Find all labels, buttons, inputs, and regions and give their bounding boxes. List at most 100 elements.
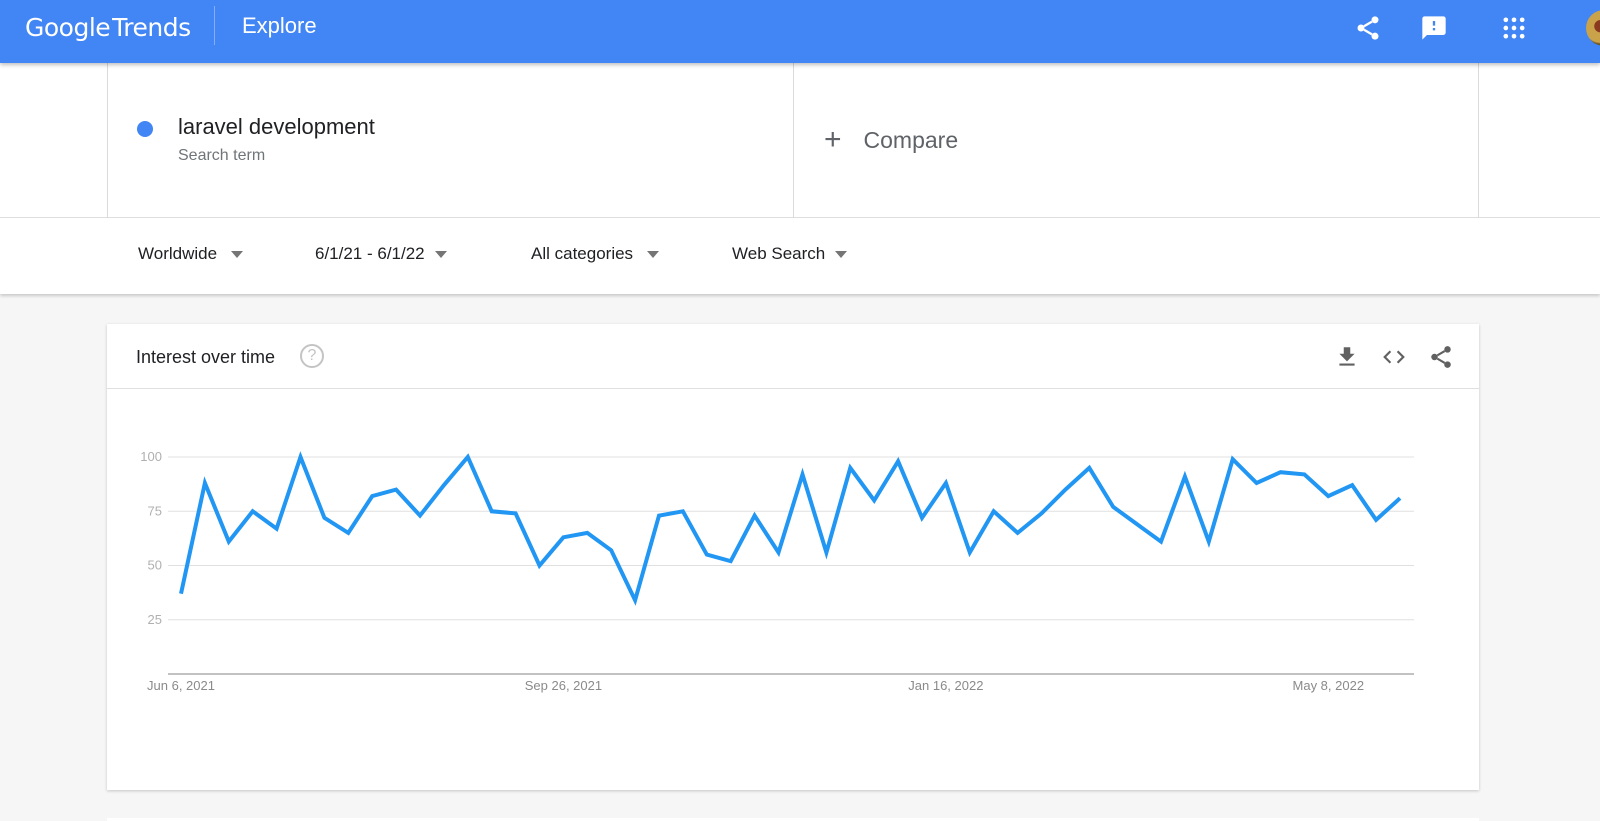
feedback-button[interactable] <box>1420 14 1448 42</box>
compare-card[interactable]: + Compare <box>793 63 1479 218</box>
x-tick-label: Sep 26, 2021 <box>525 678 602 693</box>
data-point[interactable] <box>725 555 737 567</box>
data-point[interactable] <box>868 494 880 506</box>
caret-down-icon <box>647 250 660 258</box>
search-term-type: Search term <box>178 147 266 164</box>
data-point[interactable] <box>247 505 259 517</box>
data-point[interactable] <box>629 594 641 606</box>
x-tick-label: Jun 6, 2021 <box>147 678 215 693</box>
feedback-icon <box>1422 16 1446 40</box>
data-point[interactable] <box>223 536 235 548</box>
data-point[interactable] <box>916 512 928 524</box>
search-terms-bar: laravel development Search term + Compar… <box>0 63 1600 218</box>
compare-label: Compare <box>863 126 959 153</box>
card-title: Interest over time <box>136 347 276 367</box>
data-point[interactable] <box>318 512 330 524</box>
data-point[interactable] <box>510 507 522 519</box>
data-point[interactable] <box>199 477 211 489</box>
data-point[interactable] <box>438 479 450 491</box>
category-dropdown[interactable]: All categories <box>531 244 660 264</box>
data-point[interactable] <box>295 451 307 463</box>
data-point[interactable] <box>892 455 904 467</box>
compare-button[interactable]: + Compare <box>824 125 958 155</box>
data-point[interactable] <box>1274 466 1286 478</box>
data-point[interactable] <box>1394 492 1406 504</box>
data-point[interactable] <box>271 523 283 535</box>
account-avatar[interactable] <box>1586 10 1600 46</box>
embed-code-icon <box>1383 350 1405 364</box>
data-point[interactable] <box>653 510 665 522</box>
google-trends-logo[interactable]: GoogleTrends <box>25 13 191 42</box>
embed-button[interactable] <box>1381 344 1407 370</box>
share-icon <box>1431 346 1451 368</box>
data-point[interactable] <box>1298 468 1310 480</box>
caret-down-icon <box>835 250 848 258</box>
series-line-laravel-development[interactable] <box>179 451 1402 606</box>
data-point[interactable] <box>1035 507 1047 519</box>
data-point[interactable] <box>1059 484 1071 496</box>
page-title: Explore <box>242 13 317 38</box>
card-header: Interest over time ? <box>107 324 1479 389</box>
data-point[interactable] <box>820 546 832 558</box>
data-point[interactable] <box>366 490 378 502</box>
data-point[interactable] <box>796 468 808 480</box>
data-point[interactable] <box>1346 479 1358 491</box>
data-point[interactable] <box>1155 536 1167 548</box>
data-point[interactable] <box>462 451 474 463</box>
card-share-button[interactable] <box>1428 344 1454 370</box>
logo-trends-text: Trends <box>112 13 191 42</box>
data-point[interactable] <box>414 510 426 522</box>
data-point[interactable] <box>175 588 187 600</box>
data-point[interactable] <box>964 546 976 558</box>
data-point[interactable] <box>1322 490 1334 502</box>
category-value: All categories <box>531 244 634 263</box>
x-tick-label: Jan 16, 2022 <box>908 678 983 693</box>
data-point[interactable] <box>677 505 689 517</box>
data-point[interactable] <box>486 505 498 517</box>
data-point[interactable] <box>1083 462 1095 474</box>
data-point[interactable] <box>342 527 354 539</box>
data-point[interactable] <box>605 544 617 556</box>
search-type-dropdown[interactable]: Web Search <box>732 244 848 264</box>
data-point[interactable] <box>988 505 1000 517</box>
help-icon[interactable]: ? <box>300 344 324 368</box>
search-term-card[interactable]: laravel development Search term <box>107 63 793 218</box>
apps-button[interactable] <box>1500 14 1528 42</box>
data-point[interactable] <box>701 549 713 561</box>
interest-over-time-card: Interest over time ? 25 50 75 100 Jun 6, 202… <box>107 324 1479 790</box>
download-icon <box>1339 347 1355 366</box>
search-term-name[interactable]: laravel development <box>178 114 375 140</box>
share-button[interactable] <box>1354 14 1382 42</box>
data-point[interactable] <box>534 560 546 572</box>
data-point[interactable] <box>1203 536 1215 548</box>
date-range-dropdown[interactable]: 6/1/21 - 6/1/22 <box>315 244 447 264</box>
caret-down-icon <box>434 250 447 258</box>
search-type-value: Web Search <box>732 244 826 263</box>
caret-down-icon <box>231 250 244 258</box>
data-point[interactable] <box>1107 501 1119 513</box>
data-point[interactable] <box>390 484 402 496</box>
data-point[interactable] <box>940 477 952 489</box>
plus-icon: + <box>824 123 842 156</box>
data-point[interactable] <box>1251 477 1263 489</box>
data-point[interactable] <box>1131 518 1143 530</box>
data-point[interactable] <box>1012 527 1024 539</box>
download-button[interactable] <box>1334 344 1360 370</box>
data-point[interactable] <box>749 510 761 522</box>
top-app-bar: GoogleTrends Explore <box>0 0 1600 63</box>
data-point[interactable] <box>1370 514 1382 526</box>
data-point[interactable] <box>581 527 593 539</box>
data-point[interactable] <box>1227 453 1239 465</box>
region-value: Worldwide <box>138 244 218 263</box>
header-divider <box>214 6 215 45</box>
data-point[interactable] <box>1179 471 1191 483</box>
apps-grid-icon <box>1503 17 1525 39</box>
region-dropdown[interactable]: Worldwide <box>138 244 244 264</box>
interest-line-chart: 25 50 75 100 Jun 6, 2021 Sep 26, 2021 Jan 16, … <box>140 449 1414 693</box>
data-point[interactable] <box>557 531 569 543</box>
date-range-value: 6/1/21 - 6/1/22 <box>315 244 425 263</box>
y-tick-label: 100 <box>140 449 162 464</box>
data-point[interactable] <box>844 462 856 474</box>
term-color-dot <box>137 121 153 137</box>
data-point[interactable] <box>773 546 785 558</box>
